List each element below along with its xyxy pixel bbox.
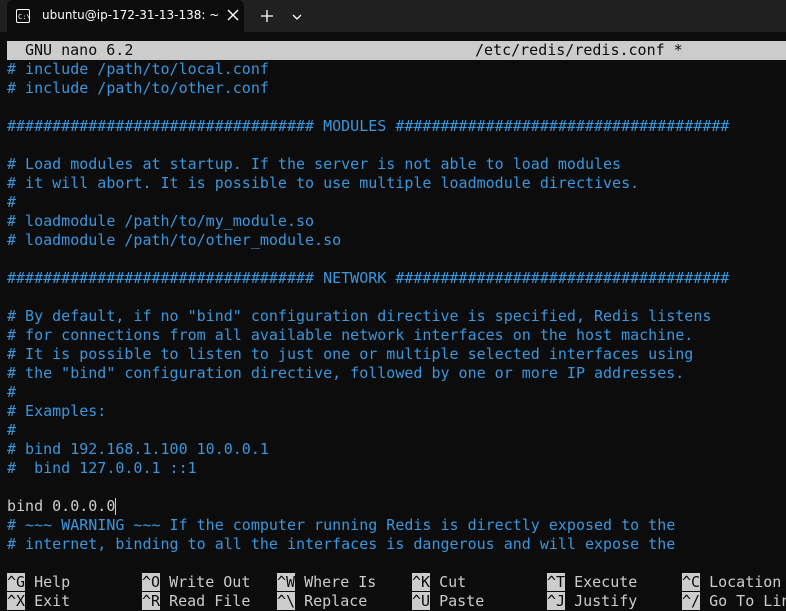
shortcut-paste[interactable]: ^U Paste (412, 592, 484, 611)
editor-line: # (7, 193, 17, 211)
shortcut-where-is[interactable]: ^W Where Is (277, 573, 376, 592)
shortcut-location[interactable]: ^C Location (682, 573, 781, 592)
editor-line: # the "bind" configuration directive, fo… (7, 364, 685, 382)
close-icon[interactable] (226, 8, 240, 22)
terminal-tab[interactable]: C:\ ubuntu@ip-172-31-13-138: ~ (7, 0, 244, 32)
editor-line: # internet, binding to all the interface… (7, 535, 676, 553)
editor-line: ################################## NETWO… (7, 269, 730, 287)
editor-line: # (7, 383, 17, 401)
editor-line: # it will abort. It is possible to use m… (7, 174, 640, 192)
editor-line: # bind 192.168.1.100 10.0.0.1 (7, 440, 269, 458)
editor-line: # include /path/to/local.conf (7, 60, 269, 78)
editor-line: # (7, 421, 17, 439)
terminal-window[interactable]: GNU nano 6.2 /etc/redis/redis.conf * # i… (0, 32, 786, 610)
editor-line: ################################## MODUL… (7, 117, 730, 135)
shortcut-exit[interactable]: ^X Exit (7, 592, 70, 611)
shortcut-read-file[interactable]: ^R Read File (142, 592, 250, 611)
shortcut-help[interactable]: ^G Help (7, 573, 70, 592)
editor-line: # include /path/to/other.conf (7, 79, 269, 97)
editor-line: # bind 127.0.0.1 ::1 (7, 459, 197, 477)
editor-line: # loadmodule /path/to/other_module.so (7, 231, 342, 249)
editor-line-cursor: bind 0.0.0.0 (7, 497, 117, 516)
bind-directive: bind 0.0.0.0 (7, 497, 116, 515)
new-tab-button[interactable] (259, 8, 275, 24)
shortcut-write-out[interactable]: ^O Write Out (142, 573, 250, 592)
editor-line: # Load modules at startup. If the server… (7, 155, 622, 173)
nano-filename: /etc/redis/redis.conf * (475, 41, 683, 59)
shortcut-cut[interactable]: ^K Cut (412, 573, 466, 592)
nano-version: GNU nano 6.2 (25, 41, 134, 59)
shortcut-go-to-line[interactable]: ^/ Go To Line (682, 592, 786, 611)
nano-title-bar: GNU nano 6.2 /etc/redis/redis.conf * (7, 41, 786, 60)
editor-line: # It is possible to listen to just one o… (7, 345, 694, 363)
tab-bar: C:\ ubuntu@ip-172-31-13-138: ~ (0, 0, 786, 32)
shortcut-justify[interactable]: ^J Justify (547, 592, 637, 611)
editor-line: # Examples: (7, 402, 107, 420)
shortcut-execute[interactable]: ^T Execute (547, 573, 637, 592)
text-cursor (115, 498, 117, 515)
editor-line: # loadmodule /path/to/my_module.so (7, 212, 315, 230)
chevron-down-icon[interactable] (290, 10, 304, 24)
terminal-icon: C:\ (16, 9, 30, 23)
tab-title: ubuntu@ip-172-31-13-138: ~ (42, 8, 220, 22)
svg-text:C:\: C:\ (18, 13, 30, 21)
editor-line: # By default, if no "bind" configuration… (7, 307, 712, 325)
shortcut-replace[interactable]: ^\ Replace (277, 592, 367, 611)
editor-line: # for connections from all available net… (7, 326, 694, 344)
editor-line: # ~~~ WARNING ~~~ If the computer runnin… (7, 516, 676, 534)
